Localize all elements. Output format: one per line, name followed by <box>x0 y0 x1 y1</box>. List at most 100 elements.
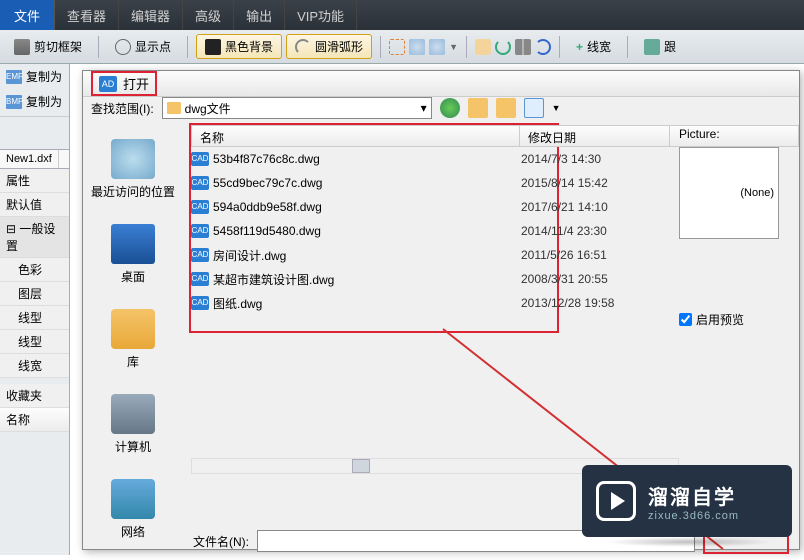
file-date: 2014/11/4 23:30 <box>521 224 671 238</box>
toolbar-divider <box>627 36 628 58</box>
black-bg-button[interactable]: 黑色背景 <box>196 34 282 59</box>
file-name: 594a0ddb9e58f.dwg <box>213 200 521 214</box>
tree-item-linetype[interactable]: 线型 <box>0 306 69 330</box>
dialog-titlebar: AD 打开 <box>83 71 799 97</box>
show-point-button[interactable]: 显示点 <box>107 35 179 58</box>
back-icon[interactable] <box>440 98 460 118</box>
cad-file-icon: CAD <box>191 176 209 190</box>
file-name: 某超市建筑设计图.dwg <box>213 271 521 288</box>
file-date: 2008/3/31 20:55 <box>521 272 671 286</box>
new-folder-icon[interactable] <box>496 98 516 118</box>
look-in-dropdown[interactable]: dwg文件 ▾ <box>162 97 432 119</box>
look-in-label: 查找范围(I): <box>91 100 154 117</box>
smootharc-label: 圆滑弧形 <box>315 38 363 55</box>
toolbar-divider <box>187 36 188 58</box>
zoom-in-icon[interactable] <box>409 39 425 55</box>
crop-label: 剪切框架 <box>34 38 82 55</box>
view-menu-icon[interactable] <box>524 98 544 118</box>
left-panel: EMF 复制为 BMP 复制为 New1.dxf 属性 默认值 ⊟ 一般设置 色… <box>0 64 70 555</box>
watermark-brand: 溜溜自学 <box>648 481 739 510</box>
place-network[interactable]: 网络 <box>111 479 155 540</box>
watermark-url: zixue.3d66.com <box>648 510 739 522</box>
place-computer[interactable]: 计算机 <box>111 394 155 455</box>
copy-as-emf[interactable]: EMF 复制为 <box>0 64 69 89</box>
bmp-icon: BMP <box>6 95 22 109</box>
toolbar-divider <box>380 36 381 58</box>
up-folder-icon[interactable] <box>468 98 488 118</box>
preview-none-text: (None) <box>740 187 774 199</box>
place-libraries[interactable]: 库 <box>111 309 155 370</box>
props-header[interactable]: 属性 <box>0 169 69 193</box>
file-date: 2014/7/3 14:30 <box>521 152 671 166</box>
watermark-shadow <box>604 537 774 547</box>
crop-frame-button[interactable]: 剪切框架 <box>6 35 90 58</box>
cad-file-icon: CAD <box>191 296 209 310</box>
desktop-icon <box>111 224 155 264</box>
doc-tab[interactable]: New1.dxf <box>0 150 59 168</box>
col-name[interactable]: 名称 <box>192 126 520 146</box>
chevron-down-icon: ▾ <box>421 101 427 115</box>
plus-icon: + <box>576 40 583 54</box>
tree-item-color[interactable]: 色彩 <box>0 258 69 282</box>
copy-emf-label: 复制为 <box>26 68 62 85</box>
play-icon <box>596 481 636 521</box>
libraries-icon <box>111 309 155 349</box>
blackbg-label: 黑色背景 <box>225 38 273 55</box>
file-date: 2011/5/26 16:51 <box>521 248 671 262</box>
cad-file-icon: CAD <box>191 152 209 166</box>
marquee-icon[interactable] <box>389 39 405 55</box>
follow-label: 跟 <box>664 38 676 55</box>
smooth-arc-button[interactable]: 圆滑弧形 <box>286 34 372 59</box>
place-recent[interactable]: 最近访问的位置 <box>91 139 175 200</box>
cad-file-icon: CAD <box>191 224 209 238</box>
tree-item-linetype2[interactable]: 线型 <box>0 330 69 354</box>
refresh-icon[interactable] <box>535 39 551 55</box>
place-desktop[interactable]: 桌面 <box>111 224 155 285</box>
recent-places-icon <box>111 139 155 179</box>
cad-app-icon: AD <box>99 76 117 92</box>
black-bg-icon <box>205 39 221 55</box>
tree-item-layer[interactable]: 图层 <box>0 282 69 306</box>
file-date: 2017/6/21 14:10 <box>521 200 671 214</box>
tree-item-linewidth[interactable]: 线宽 <box>0 354 69 378</box>
collapse-icon: ⊟ <box>6 222 19 236</box>
enable-preview-input[interactable] <box>679 313 692 326</box>
mirror-icon[interactable] <box>515 39 531 55</box>
dialog-title-text: 打开 <box>123 74 149 93</box>
default-header[interactable]: 默认值 <box>0 193 69 217</box>
copy-bmp-label: 复制为 <box>26 93 62 110</box>
menu-output[interactable]: 输出 <box>234 0 285 30</box>
copy-as-bmp[interactable]: BMP 复制为 <box>0 89 69 114</box>
zoom-out-icon[interactable] <box>429 39 445 55</box>
linewidth-label: 线宽 <box>587 38 611 55</box>
preview-box: (None) <box>679 147 779 239</box>
follow-button[interactable]: 跟 <box>636 35 684 58</box>
rotate-icon[interactable] <box>495 39 511 55</box>
menu-editor[interactable]: 编辑器 <box>119 0 183 30</box>
cad-file-icon: CAD <box>191 272 209 286</box>
col-date[interactable]: 修改日期 <box>520 126 670 146</box>
menu-viewer[interactable]: 查看器 <box>55 0 119 30</box>
emf-icon: EMF <box>6 70 22 84</box>
general-settings[interactable]: ⊟ 一般设置 <box>0 217 69 258</box>
cad-file-icon: CAD <box>191 248 209 262</box>
file-name: 房间设计.dwg <box>213 247 521 264</box>
toolbar-divider <box>98 36 99 58</box>
linewidth-button[interactable]: + 线宽 <box>568 35 619 58</box>
enable-preview-checkbox[interactable]: 启用预览 <box>679 311 789 328</box>
cad-file-icon: CAD <box>191 200 209 214</box>
toolbar-dropdown-icon[interactable]: ▼ <box>449 42 458 52</box>
doc-tabs: New1.dxf <box>0 149 69 169</box>
menu-file[interactable]: 文件 <box>0 0 55 30</box>
scrollbar-thumb[interactable] <box>352 459 370 473</box>
file-name: 55cd9bec79c7c.dwg <box>213 176 521 190</box>
menu-vip[interactable]: VIP功能 <box>285 0 357 30</box>
toolbar-divider <box>466 36 467 58</box>
favorites-header[interactable]: 收藏夹 <box>0 384 69 408</box>
pan-hand-icon[interactable] <box>475 39 491 55</box>
menu-advanced[interactable]: 高级 <box>183 0 234 30</box>
preview-pane: Picture: (None) 启用预览 <box>679 127 789 328</box>
view-dropdown-icon[interactable]: ▼ <box>552 103 561 113</box>
toolbar-divider <box>559 36 560 58</box>
file-name: 5458f119d5480.dwg <box>213 224 521 238</box>
